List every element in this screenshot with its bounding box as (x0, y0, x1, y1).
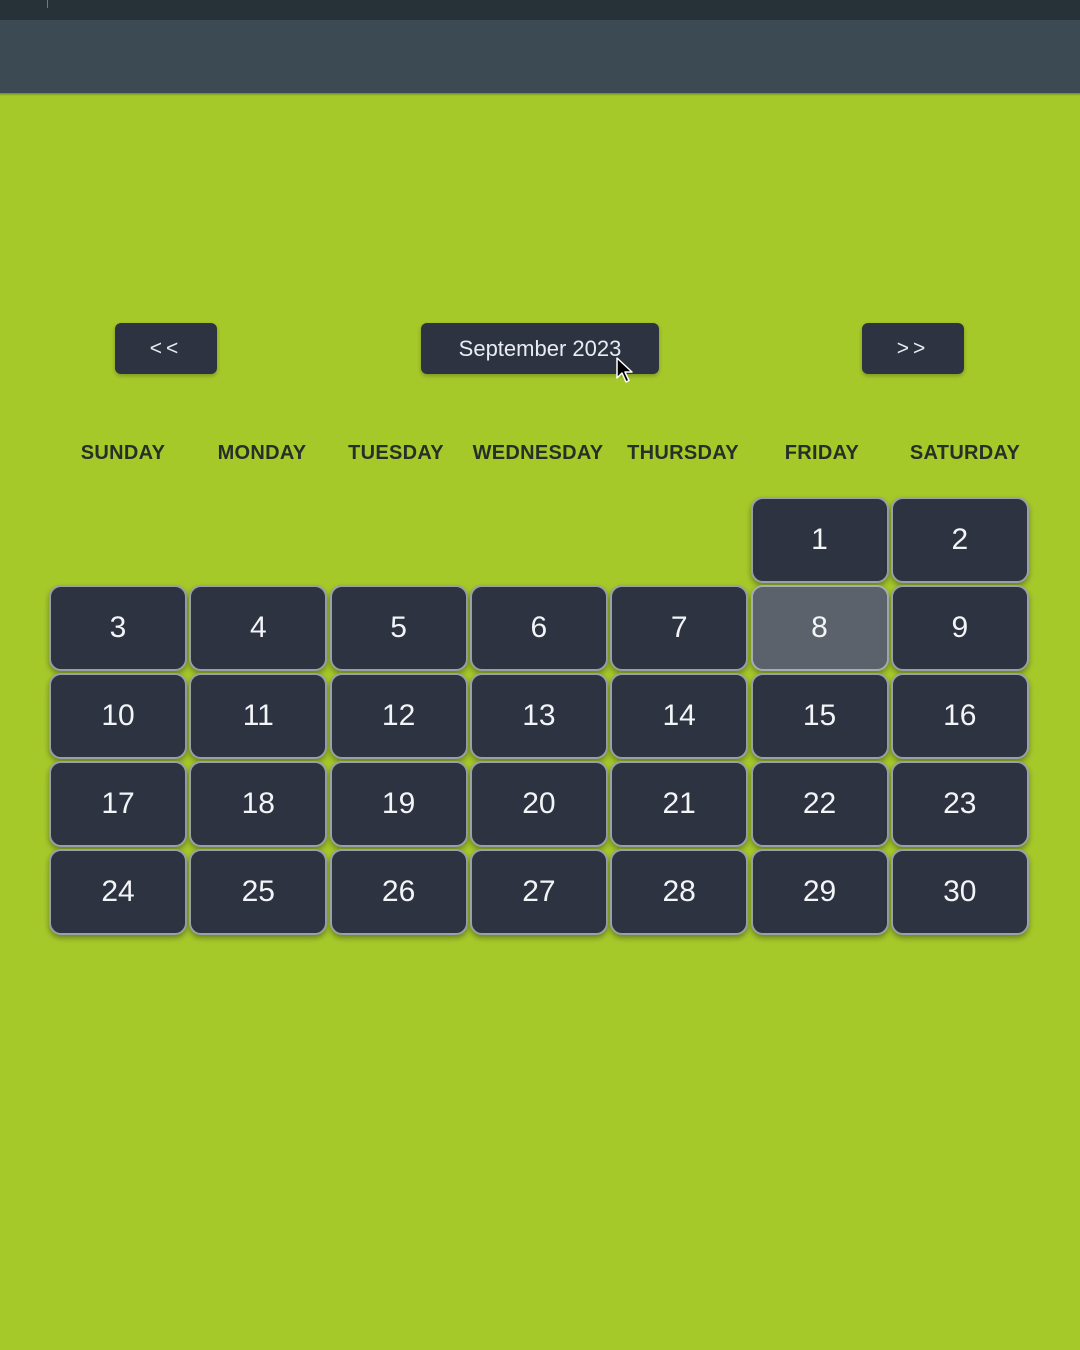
weekday-thursday: THURSDAY (627, 442, 739, 464)
day-cell[interactable]: 1 (750, 497, 889, 583)
weekday-sunday: SUNDAY (80, 442, 166, 464)
weekday-friday: FRIDAY (784, 442, 860, 464)
browser-strip (0, 0, 1080, 20)
mouse-pointer-icon (616, 357, 633, 383)
day-cell[interactable]: 6 (469, 585, 608, 671)
day-cell[interactable]: 10 (49, 673, 187, 759)
day-cell[interactable]: 29 (750, 849, 889, 935)
next-month-button[interactable]: >> (862, 323, 964, 374)
day-cell[interactable]: 5 (329, 585, 468, 671)
strip-divider (47, 0, 48, 8)
day-cell[interactable]: 15 (750, 673, 889, 759)
calendar-grid: 1 2 3 4 5 6 7 8 9 10 11 12 13 14 15 16 17 18 19 20 21 22 23 24 2… (49, 497, 1031, 937)
weekday-monday: MONDAY (217, 442, 307, 464)
day-cell[interactable]: 18 (189, 761, 328, 847)
top-bar (0, 0, 1080, 93)
weekday-wednesday: WEDNESDAY (472, 442, 604, 464)
day-cell[interactable]: 19 (329, 761, 468, 847)
day-cell[interactable]: 21 (610, 761, 749, 847)
day-cell[interactable]: 24 (49, 849, 187, 935)
day-cell[interactable]: 9 (890, 585, 1029, 671)
day-cell[interactable]: 11 (189, 673, 328, 759)
day-cell[interactable]: 13 (469, 673, 608, 759)
day-cell[interactable]: 30 (890, 849, 1029, 935)
day-cell[interactable]: 4 (189, 585, 328, 671)
prev-month-button[interactable]: << (115, 323, 217, 374)
day-cell[interactable]: 27 (469, 849, 608, 935)
day-cell[interactable]: 12 (329, 673, 468, 759)
day-cell[interactable]: 23 (890, 761, 1029, 847)
day-cell[interactable]: 22 (750, 761, 889, 847)
day-cell[interactable]: 25 (189, 849, 328, 935)
day-cell[interactable]: 2 (890, 497, 1029, 583)
day-cell-today[interactable]: 8 (750, 585, 889, 671)
weekday-tuesday: TUESDAY (348, 442, 444, 464)
day-cell[interactable]: 16 (890, 673, 1029, 759)
weekday-saturday: SATURDAY (909, 442, 1021, 464)
day-cell[interactable]: 7 (610, 585, 749, 671)
day-cell[interactable]: 3 (49, 585, 187, 671)
day-cell[interactable]: 20 (469, 761, 608, 847)
day-cell[interactable]: 17 (49, 761, 187, 847)
day-cell[interactable]: 26 (329, 849, 468, 935)
day-cell[interactable]: 14 (610, 673, 749, 759)
top-bar-shadow (0, 93, 1080, 96)
day-cell[interactable]: 28 (610, 849, 749, 935)
weekday-header-row: SUNDAY MONDAY TUESDAY WEDNESDAY THURSDAY… (0, 442, 1080, 470)
